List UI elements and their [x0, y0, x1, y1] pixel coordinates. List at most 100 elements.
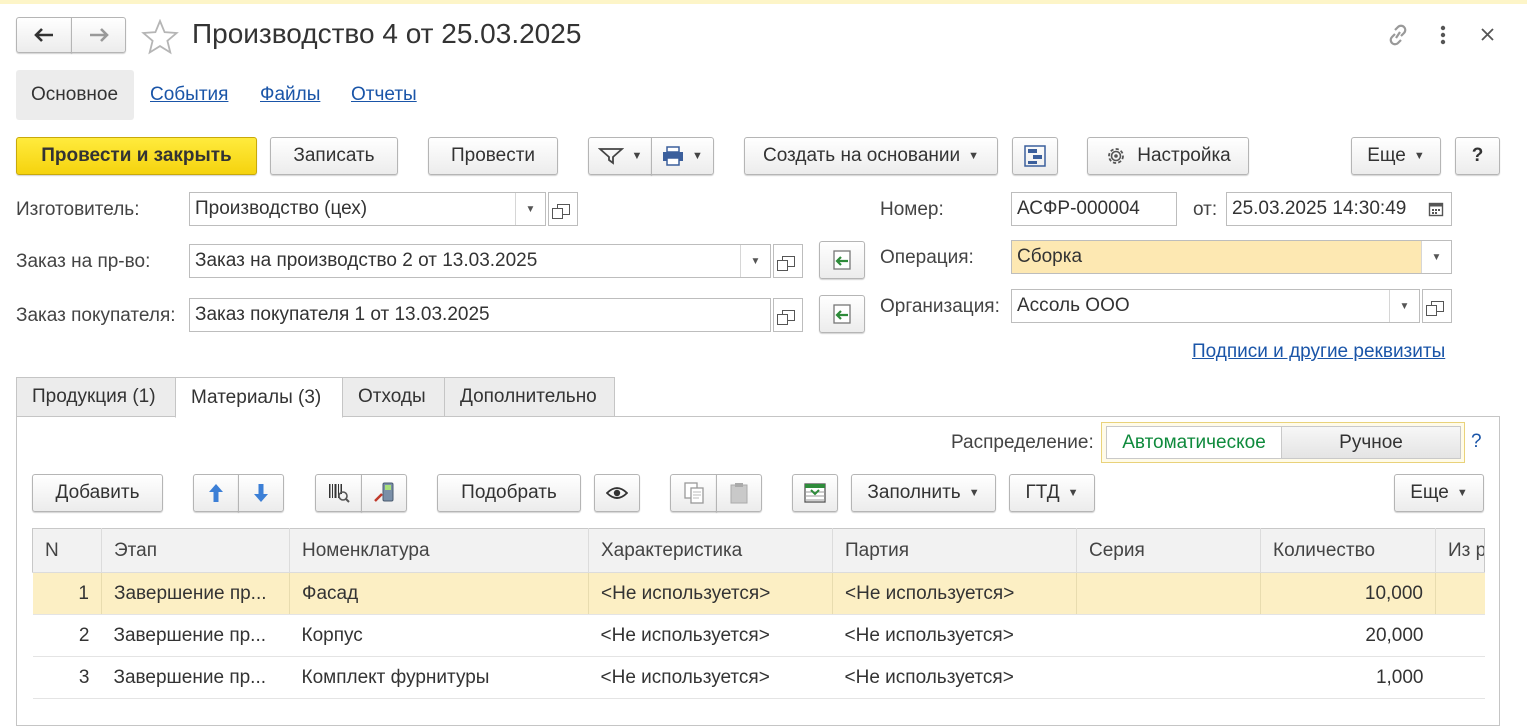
post-button[interactable]: Провести — [428, 137, 558, 175]
date-value: 25.03.2025 14:30:49 — [1232, 198, 1407, 219]
more-button[interactable]: Еще ▼ — [1351, 137, 1441, 175]
chevron-down-icon: ▼ — [1413, 150, 1425, 162]
gtd-label: ГТД — [1025, 482, 1060, 503]
help-button[interactable]: ? — [1455, 137, 1500, 175]
window-title: Производство 4 от 25.03.2025 — [192, 18, 582, 49]
gear-icon — [1108, 148, 1125, 164]
distribution-help-link[interactable]: ? — [1471, 431, 1482, 453]
copy-button[interactable] — [670, 474, 717, 512]
move-up-button[interactable] — [193, 474, 239, 512]
operation-field[interactable]: Сборка ▼ — [1011, 240, 1452, 274]
order-open-button[interactable] — [773, 244, 803, 278]
column-header-series[interactable]: Серия — [1076, 528, 1261, 573]
tab-materials[interactable]: Материалы (3) — [175, 377, 343, 418]
customer-order-field[interactable]: Заказ покупателя 1 от 13.03.2025 — [189, 298, 771, 332]
move-down-button[interactable] — [238, 474, 284, 512]
link-icon[interactable] — [1384, 22, 1412, 48]
signatures-link[interactable]: Подписи и другие реквизиты — [1192, 341, 1445, 363]
write-button[interactable]: Записать — [270, 137, 398, 175]
row-batch: <Не используется> — [832, 572, 1077, 615]
customer-order-open-button[interactable] — [773, 298, 803, 332]
dropdown-arrow-icon[interactable]: ▼ — [1389, 290, 1419, 322]
create-based-on-label: Создать на основании — [762, 145, 961, 166]
order-field[interactable]: Заказ на производство 2 от 13.03.2025 ▼ — [189, 244, 771, 278]
maker-open-button[interactable] — [548, 192, 578, 226]
column-header-from[interactable]: Из р — [1435, 528, 1485, 573]
table-row[interactable]: 1 Завершение пр... Фасад <Не используетс… — [32, 572, 1485, 615]
structure-button[interactable] — [1012, 137, 1058, 175]
calendar-button[interactable] — [1421, 193, 1451, 225]
gtd-button[interactable]: ГТД ▼ — [1009, 474, 1095, 512]
scanner-button[interactable] — [361, 474, 407, 512]
fill-table-icon-button[interactable] — [792, 474, 838, 512]
row-from — [1435, 614, 1485, 657]
show-button[interactable] — [594, 474, 640, 512]
distribution-label: Распределение: — [951, 432, 1094, 453]
tab-waste[interactable]: Отходы — [342, 377, 445, 417]
create-based-on-button[interactable]: Создать на основании ▼ — [744, 137, 998, 175]
pick-button[interactable]: Подобрать — [437, 474, 581, 512]
nav-tab-files[interactable]: Файлы — [260, 70, 320, 120]
star-icon[interactable] — [141, 19, 179, 55]
distribution-auto-option[interactable]: Автоматическое — [1106, 426, 1282, 459]
fill-button[interactable]: Заполнить ▼ — [851, 474, 996, 512]
organization-label: Организация: — [880, 296, 1000, 317]
table-row[interactable]: 3 Завершение пр... Комплект фурнитуры <Н… — [32, 656, 1485, 699]
kebab-menu-icon[interactable] — [1438, 24, 1448, 46]
row-item: Фасад — [289, 572, 589, 615]
print-menu-button[interactable]: ▼ — [651, 137, 714, 175]
column-header-quantity[interactable]: Количество — [1260, 528, 1436, 573]
nav-tab-events[interactable]: События — [150, 70, 228, 120]
fill-label: Заполнить — [867, 482, 961, 503]
table-row[interactable]: 2 Завершение пр... Корпус <Не использует… — [32, 614, 1485, 657]
post-and-close-button[interactable]: Провести и закрыть — [16, 137, 257, 175]
row-number: 3 — [32, 656, 102, 699]
row-number: 2 — [32, 614, 102, 657]
table-more-button[interactable]: Еще ▼ — [1394, 474, 1484, 512]
distribution-manual-option[interactable]: Ручное — [1281, 426, 1461, 459]
chevron-down-icon: ▼ — [968, 150, 979, 162]
organization-open-button[interactable] — [1422, 289, 1452, 323]
open-window-icon — [776, 255, 795, 271]
organization-field[interactable]: Ассоль ООО ▼ — [1011, 289, 1420, 323]
column-header-n[interactable]: N — [32, 528, 102, 573]
tab-products[interactable]: Продукция (1) — [16, 377, 176, 417]
row-quantity: 20,000 — [1260, 614, 1436, 657]
column-header-characteristic[interactable]: Характеристика — [588, 528, 833, 573]
column-header-item[interactable]: Номенклатура — [289, 528, 589, 573]
row-from — [1435, 656, 1485, 699]
table-header: N Этап Номенклатура Характеристика Парти… — [32, 528, 1485, 573]
dropdown-arrow-icon[interactable]: ▼ — [740, 245, 770, 277]
barcode-search-button[interactable] — [315, 474, 362, 512]
tab-additional[interactable]: Дополнительно — [444, 377, 615, 417]
fill-from-customer-order-button[interactable] — [819, 295, 865, 333]
customer-order-value: Заказ покупателя 1 от 13.03.2025 — [195, 304, 490, 325]
number-field[interactable]: АСФР-000004 — [1011, 192, 1177, 226]
fill-from-order-icon — [833, 304, 851, 324]
column-header-batch[interactable]: Партия — [832, 528, 1077, 573]
row-quantity: 10,000 — [1260, 572, 1436, 615]
table-more-label: Еще — [1410, 482, 1449, 503]
back-arrow-icon — [34, 28, 53, 42]
operation-value: Сборка — [1017, 246, 1083, 267]
dropdown-arrow-icon[interactable]: ▼ — [515, 193, 545, 225]
paste-button[interactable] — [716, 474, 762, 512]
fill-from-order-button[interactable] — [819, 241, 865, 279]
nav-tab-main[interactable]: Основное — [16, 70, 134, 120]
filter-menu-button[interactable]: ▼ — [588, 137, 652, 175]
close-icon[interactable] — [1480, 27, 1495, 42]
nav-tab-reports[interactable]: Отчеты — [351, 70, 417, 120]
settings-button[interactable]: Настройка — [1087, 137, 1249, 175]
chevron-down-icon: ▼ — [631, 150, 643, 162]
row-stage: Завершение пр... — [101, 656, 290, 699]
scanner-icon — [374, 482, 394, 502]
dropdown-arrow-icon[interactable]: ▼ — [1421, 241, 1451, 273]
row-from — [1435, 572, 1485, 615]
row-series — [1076, 572, 1261, 615]
forward-button[interactable] — [71, 17, 126, 53]
date-field[interactable]: 25.03.2025 14:30:49 — [1226, 192, 1452, 226]
back-button[interactable] — [16, 17, 72, 53]
add-row-button[interactable]: Добавить — [32, 474, 163, 512]
maker-field[interactable]: Производство (цех) ▼ — [189, 192, 546, 226]
column-header-stage[interactable]: Этап — [101, 528, 290, 573]
